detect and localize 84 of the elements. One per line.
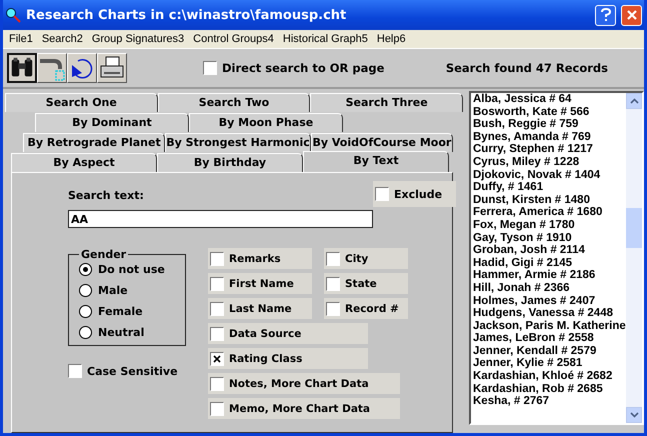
tab[interactable]: By Dominant bbox=[35, 113, 189, 132]
search-status: Search found 47 Records bbox=[446, 61, 608, 75]
tab[interactable]: Search One bbox=[5, 93, 158, 112]
result-item[interactable]: Jenner, Kylie # 2581 bbox=[473, 357, 624, 370]
scroll-up-button[interactable] bbox=[626, 93, 642, 109]
scrollbar[interactable] bbox=[626, 93, 642, 423]
radio-dot[interactable] bbox=[79, 263, 92, 276]
field-checkbox[interactable]: State bbox=[324, 273, 408, 294]
result-item[interactable]: Ferrera, America # 1680 bbox=[473, 206, 624, 219]
tab[interactable]: Search Two bbox=[158, 93, 310, 112]
help-button[interactable] bbox=[595, 4, 616, 26]
radio-dot[interactable] bbox=[79, 284, 92, 297]
close-icon bbox=[626, 9, 638, 21]
gender-radio[interactable]: Neutral bbox=[79, 326, 175, 339]
radio-dot[interactable] bbox=[79, 305, 92, 318]
tab[interactable]: By Strongest Harmonic bbox=[165, 133, 311, 152]
radio-dot[interactable] bbox=[79, 326, 92, 339]
scroll-down-button[interactable] bbox=[626, 407, 642, 423]
chevron-down-icon bbox=[630, 412, 638, 418]
field-checkbox[interactable]: Notes, More Chart Data bbox=[208, 373, 400, 394]
field-checkbox[interactable]: First Name bbox=[208, 273, 312, 294]
tab[interactable]: Search Three bbox=[310, 93, 464, 112]
gender-radio[interactable]: Do not use bbox=[79, 263, 175, 276]
menu-item[interactable]: Historical Graph5 bbox=[282, 33, 368, 45]
result-item[interactable]: Bynes, Amanda # 769 bbox=[473, 130, 624, 144]
result-item[interactable]: Kardashian, Khloé # 2682 bbox=[473, 370, 624, 383]
tab[interactable]: By Text bbox=[303, 151, 449, 172]
field-checkbox[interactable]: Rating Class bbox=[208, 348, 368, 369]
result-item[interactable]: James, LeBron # 2558 bbox=[473, 332, 624, 345]
check-x-icon bbox=[213, 354, 221, 362]
gender-radio[interactable]: Male bbox=[79, 284, 175, 297]
field-checkbox[interactable]: Memo, More Chart Data bbox=[208, 398, 400, 419]
question-mark-icon bbox=[600, 8, 612, 22]
gender-radio[interactable]: Female bbox=[79, 305, 175, 318]
result-item[interactable]: Holmes, James # 2407 bbox=[473, 294, 624, 308]
menu-item[interactable]: Search2 bbox=[42, 33, 83, 45]
tab[interactable]: By VoidOfCourse Moor bbox=[310, 133, 454, 152]
result-item[interactable]: Curry, Stephen # 1217 bbox=[473, 143, 624, 156]
field-checkbox[interactable]: Record # bbox=[324, 298, 408, 319]
search-text-field[interactable]: AA bbox=[68, 210, 373, 228]
result-item[interactable]: Cyrus, Miley # 1228 bbox=[473, 156, 624, 169]
exclude-checkbox[interactable]: Exclude bbox=[373, 181, 456, 207]
tab[interactable]: By Birthday bbox=[157, 153, 303, 172]
result-item[interactable]: Kardashian, Rob # 2685 bbox=[473, 382, 624, 396]
field-checkbox[interactable]: Data Source bbox=[208, 323, 368, 344]
scroll-thumb[interactable] bbox=[626, 208, 642, 248]
tab[interactable]: By Retrograde Planet bbox=[23, 133, 166, 152]
result-item[interactable]: Jenner, Kendall # 2579 bbox=[473, 344, 624, 358]
result-item[interactable]: Bosworth, Kate # 566 bbox=[473, 106, 624, 118]
result-item[interactable]: Hudgens, Vanessa # 2448 bbox=[473, 307, 624, 320]
field-checkbox[interactable]: Last Name bbox=[208, 298, 312, 319]
undo-button[interactable] bbox=[67, 53, 97, 83]
binoculars-button[interactable] bbox=[7, 53, 37, 83]
menu-item[interactable]: Help6 bbox=[376, 33, 406, 45]
print-button[interactable] bbox=[97, 53, 127, 83]
result-item[interactable]: Hadid, Gigi # 2145 bbox=[473, 256, 624, 270]
search-text-label: Search text: bbox=[68, 189, 145, 202]
menu-item[interactable]: Group Signatures3 bbox=[92, 33, 184, 45]
result-item[interactable]: Duffy, # 1461 bbox=[473, 181, 624, 194]
magnifier-icon bbox=[5, 7, 21, 23]
result-item[interactable]: Alba, Jessica # 64 bbox=[473, 93, 624, 106]
gender-legend: Gender bbox=[79, 248, 128, 261]
result-item[interactable]: Dunst, Kirsten # 1480 bbox=[473, 194, 624, 206]
window-title: Research Charts in c:\winastro\famousp.cht bbox=[26, 8, 348, 22]
result-item[interactable]: Djokovic, Novak # 1404 bbox=[473, 168, 624, 182]
close-button[interactable] bbox=[621, 4, 642, 26]
chevron-up-icon bbox=[630, 98, 638, 104]
tab[interactable]: By Moon Phase bbox=[189, 113, 343, 132]
result-item[interactable]: Groban, Josh # 2114 bbox=[473, 244, 624, 257]
menu-item[interactable]: Control Groups4 bbox=[193, 33, 274, 45]
tab[interactable]: By Aspect bbox=[11, 153, 157, 172]
menu-item[interactable]: File1 bbox=[9, 33, 33, 45]
result-item[interactable]: Hammer, Armie # 2186 bbox=[473, 269, 624, 282]
faucet-button[interactable] bbox=[37, 53, 67, 83]
result-item[interactable]: Bush, Reggie # 759 bbox=[473, 118, 624, 131]
result-item[interactable]: Hill, Jonah # 2366 bbox=[473, 282, 624, 294]
field-checkbox[interactable]: City bbox=[324, 248, 408, 269]
result-item[interactable]: Jackson, Paris M. Katherine bbox=[473, 320, 624, 332]
result-item[interactable]: Fox, Megan # 1780 bbox=[473, 218, 624, 232]
result-item[interactable]: Kesha, # 2767 bbox=[473, 395, 624, 408]
result-item[interactable]: Gay, Tyson # 1910 bbox=[473, 232, 624, 244]
case-sensitive-checkbox[interactable]: Case Sensitive bbox=[68, 364, 186, 378]
field-checkbox[interactable]: Remarks bbox=[208, 248, 312, 269]
direct-search-checkbox[interactable]: Direct search to OR page bbox=[203, 61, 384, 75]
